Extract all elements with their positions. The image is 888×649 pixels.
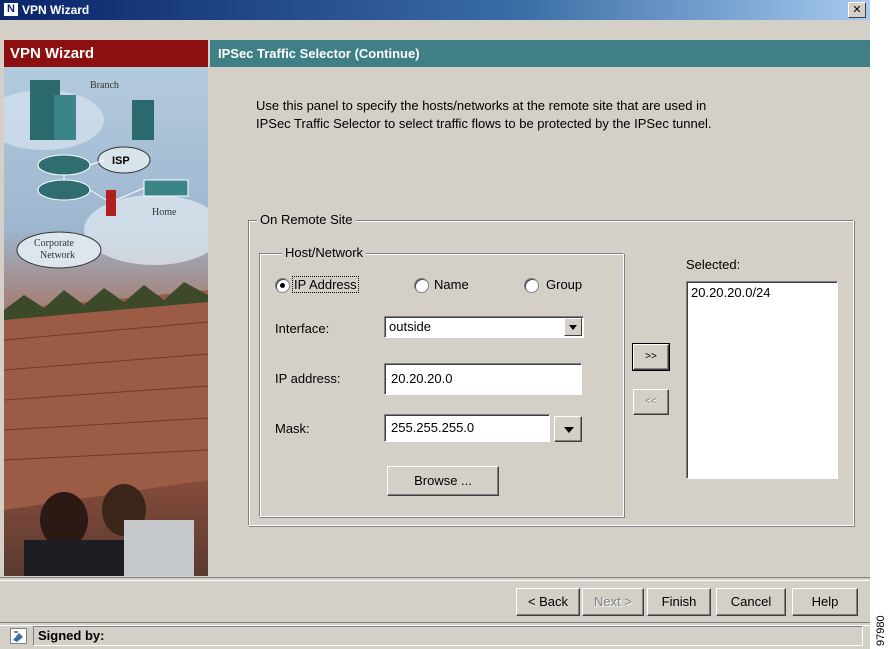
remote-site-legend: On Remote Site — [257, 212, 356, 227]
host-network-group: Host/Network IP Address Name Group Inter… — [259, 245, 624, 517]
help-button[interactable]: Help — [792, 588, 858, 616]
add-button[interactable]: >> — [632, 343, 670, 371]
close-button[interactable]: ✕ — [848, 2, 866, 18]
remote-site-group: On Remote Site Host/Network IP Address N… — [248, 212, 854, 526]
interface-select[interactable]: outside — [384, 316, 584, 338]
figure-code-text: 97980 — [875, 615, 887, 646]
ip-address-value: 20.20.20.0 — [391, 371, 453, 386]
ip-address-label: IP address: — [275, 371, 341, 386]
interface-label: Interface: — [275, 321, 330, 336]
ip-address-radio[interactable] — [275, 278, 290, 293]
cancel-button[interactable]: Cancel — [716, 588, 786, 616]
signed-by-status: Signed by: — [33, 626, 863, 646]
wizard-illustration: Branch ISP Home Corporate Network — [4, 40, 208, 576]
name-radio[interactable] — [414, 278, 429, 293]
footer-separator — [0, 577, 870, 581]
panel-description: Use this panel to specify the hosts/netw… — [256, 97, 836, 133]
chevron-down-icon — [564, 427, 574, 433]
group-option-label[interactable]: Group — [546, 277, 582, 292]
ip-address-option-label[interactable]: IP Address — [292, 276, 359, 293]
next-button[interactable]: Next > — [582, 588, 644, 616]
list-item[interactable]: 20.20.20.0/24 — [691, 285, 833, 300]
vpn-wizard-window: N VPN Wizard ✕ Branch ISP Home Corporate… — [0, 0, 870, 649]
finish-button[interactable]: Finish — [647, 588, 711, 616]
mask-value: 255.255.255.0 — [391, 420, 475, 435]
description-line-1: Use this panel to specify the hosts/netw… — [256, 98, 707, 113]
host-network-legend: Host/Network — [282, 245, 367, 260]
description-line-2: IPSec Traffic Selector to select traffic… — [256, 116, 712, 131]
panel-title: IPSec Traffic Selector (Continue) — [210, 40, 870, 67]
panel-content: Use this panel to specify the hosts/netw… — [210, 67, 870, 576]
selected-label: Selected: — [686, 257, 741, 272]
remove-button[interactable]: << — [633, 389, 669, 415]
ip-address-input[interactable]: 20.20.20.0 — [384, 363, 582, 395]
network-label: Network — [40, 250, 75, 261]
home-label: Home — [152, 207, 177, 218]
interface-dropdown-icon[interactable] — [564, 318, 582, 336]
back-button[interactable]: < Back — [516, 588, 580, 616]
left-panel-title: VPN Wizard — [4, 40, 208, 67]
mask-label: Mask: — [275, 421, 310, 436]
figure-code: 97980 — [875, 615, 887, 646]
interface-value: outside — [389, 319, 431, 334]
title-bar[interactable]: N VPN Wizard ✕ — [0, 0, 870, 20]
signature-icon — [10, 628, 27, 644]
isp-label: ISP — [112, 155, 130, 167]
mask-dropdown-button[interactable] — [554, 416, 582, 442]
group-radio[interactable] — [524, 278, 539, 293]
network-illustration: Branch ISP Home Corporate Network — [4, 80, 208, 576]
name-option-label[interactable]: Name — [434, 277, 469, 292]
selected-list[interactable]: 20.20.20.0/24 — [686, 281, 838, 479]
corporate-label: Corporate — [34, 238, 75, 249]
app-icon: N — [4, 3, 18, 16]
branch-label: Branch — [90, 80, 119, 91]
browse-button[interactable]: Browse ... — [387, 466, 499, 496]
window-title: VPN Wizard — [22, 3, 90, 17]
mask-combo[interactable]: 255.255.255.0 — [384, 414, 550, 442]
